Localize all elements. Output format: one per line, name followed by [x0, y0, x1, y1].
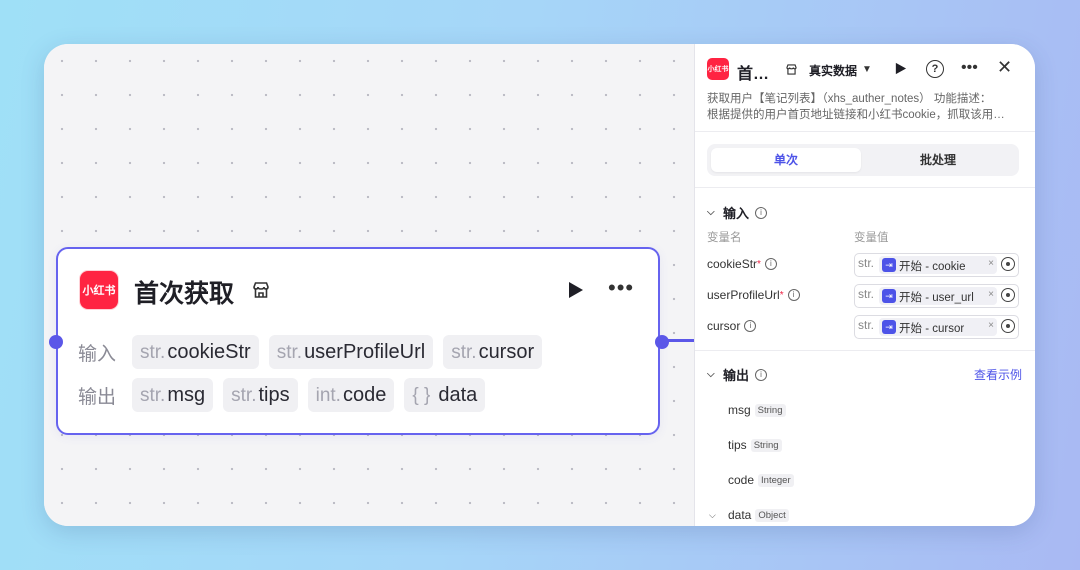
panel-header: 小红书 首… 真实数据 ▼ ? ••• ✕: [695, 44, 1035, 94]
help-icon[interactable]: ?: [926, 60, 944, 78]
xiaohongshu-logo-small: 小红书: [707, 58, 729, 80]
variable-reference-tag: ⇥ 开始 - user_url ×: [879, 287, 997, 305]
panel-title: 首…: [737, 66, 770, 83]
outputs-label: 输出: [78, 386, 117, 408]
description-line: 根据提供的用户首页地址链接和小红书cookie，抓取该用…: [707, 109, 1005, 121]
node-detail-panel: 小红书 首… 真实数据 ▼ ? ••• ✕ 获取用户【笔记列表】（xhs_aut…: [694, 44, 1035, 526]
input-var-row: cookieStr * i str. ⇥ 开始 - cookie ×: [707, 253, 1027, 277]
start-node-icon: ⇥: [882, 289, 896, 303]
column-header-name: 变量名: [707, 232, 742, 244]
output-chip-data: { } data: [404, 378, 486, 412]
node-inputs-row: 输入 str. cookieStr str. userProfileUrl str.…: [78, 335, 543, 369]
inputs-label: 输入: [78, 343, 117, 365]
workflow-node[interactable]: 小红书 首次获取 ••• 输入 str. cookieStr str. userPr…: [49, 247, 669, 435]
data-mode-select[interactable]: 真实数据: [809, 62, 857, 79]
store-icon: [786, 64, 797, 75]
var-value-field[interactable]: str. ⇥ 开始 - cookie ×: [854, 253, 1019, 277]
chevron-down-icon[interactable]: ⌵: [707, 369, 717, 380]
input-section-title: 输入: [723, 206, 750, 221]
tab-batch[interactable]: 批处理: [863, 148, 1013, 172]
target-icon[interactable]: [1001, 257, 1015, 271]
info-icon[interactable]: i: [755, 368, 768, 381]
output-item: msg String: [728, 403, 786, 417]
input-chip-userprofileurl: str. userProfileUrl: [268, 335, 434, 369]
type-badge: String: [754, 403, 786, 417]
column-header-value: 变量值: [854, 232, 889, 244]
output-chip-msg: str. msg: [132, 378, 214, 412]
output-item[interactable]: data Object: [728, 508, 789, 522]
input-chip-cursor: str. cursor: [443, 335, 543, 369]
info-icon[interactable]: i: [787, 289, 800, 301]
app-window: 小红书 首次获取 ••• 输入 str. cookieStr str. userPr…: [44, 44, 1035, 526]
tool-description: 获取用户【笔记列表】（xhs_auther_notes） 功能描述： 根据提供的…: [707, 91, 1025, 123]
divider: [695, 187, 1035, 188]
more-options-button[interactable]: •••: [608, 277, 634, 299]
run-mode-tabs: 单次 批处理: [707, 144, 1019, 176]
output-item: code Integer: [728, 473, 794, 487]
type-badge: Object: [755, 508, 789, 522]
output-port[interactable]: [655, 335, 669, 349]
start-node-icon: ⇥: [882, 320, 896, 334]
divider: [695, 131, 1035, 132]
chevron-down-icon[interactable]: ⌵: [707, 207, 717, 218]
target-icon[interactable]: [1001, 319, 1015, 333]
workflow-canvas[interactable]: 小红书 首次获取 ••• 输入 str. cookieStr str. userPr…: [44, 44, 694, 526]
description-line: 获取用户【笔记列表】（xhs_auther_notes） 功能描述：: [707, 93, 992, 105]
chevron-down-icon[interactable]: ▼: [862, 64, 872, 75]
variable-reference-tag: ⇥ 开始 - cursor ×: [879, 318, 997, 336]
info-icon[interactable]: i: [755, 206, 768, 219]
remove-icon[interactable]: ×: [988, 258, 994, 269]
divider: [695, 350, 1035, 351]
input-var-row: userProfileUrl * i str. ⇥ 开始 - user_url ×: [707, 284, 1027, 308]
type-badge: String: [750, 438, 782, 452]
store-icon: [253, 282, 269, 298]
run-node-button[interactable]: [564, 279, 586, 301]
info-icon[interactable]: i: [764, 258, 777, 270]
start-node-icon: ⇥: [882, 258, 896, 272]
output-section-header[interactable]: ⌵ 输出 i: [707, 365, 768, 384]
more-options-button[interactable]: •••: [961, 59, 978, 77]
input-port[interactable]: [49, 335, 63, 349]
var-name: cookieStr * i: [707, 257, 777, 271]
input-var-row: cursor i str. ⇥ 开始 - cursor ×: [707, 315, 1027, 339]
xiaohongshu-logo: 小红书: [80, 271, 118, 309]
info-icon[interactable]: i: [744, 320, 757, 332]
view-example-link[interactable]: 查看示例: [974, 366, 1022, 383]
tab-single[interactable]: 单次: [711, 148, 861, 172]
input-chip-cookiestr: str. cookieStr: [132, 335, 259, 369]
run-button[interactable]: [894, 62, 907, 75]
node-outputs-row: 输出 str. msg str. tips int. code { } data: [78, 378, 486, 412]
target-icon[interactable]: [1001, 288, 1015, 302]
close-button[interactable]: ✕: [997, 57, 1012, 78]
var-name: userProfileUrl * i: [707, 288, 800, 302]
remove-icon[interactable]: ×: [988, 289, 994, 300]
type-badge: Integer: [758, 473, 794, 487]
input-section-header[interactable]: ⌵ 输入 i: [707, 203, 768, 222]
chevron-down-icon[interactable]: ⌵: [709, 510, 716, 521]
output-chip-code: int. code: [307, 378, 395, 412]
remove-icon[interactable]: ×: [988, 320, 994, 331]
output-item: tips String: [728, 438, 782, 452]
variable-reference-tag: ⇥ 开始 - cookie ×: [879, 256, 997, 274]
output-section-title: 输出: [723, 368, 750, 383]
node-title: 首次获取: [134, 280, 235, 308]
output-chip-tips: str. tips: [223, 378, 298, 412]
var-value-field[interactable]: str. ⇥ 开始 - user_url ×: [854, 284, 1019, 308]
var-value-field[interactable]: str. ⇥ 开始 - cursor ×: [854, 315, 1019, 339]
var-name: cursor i: [707, 319, 757, 333]
